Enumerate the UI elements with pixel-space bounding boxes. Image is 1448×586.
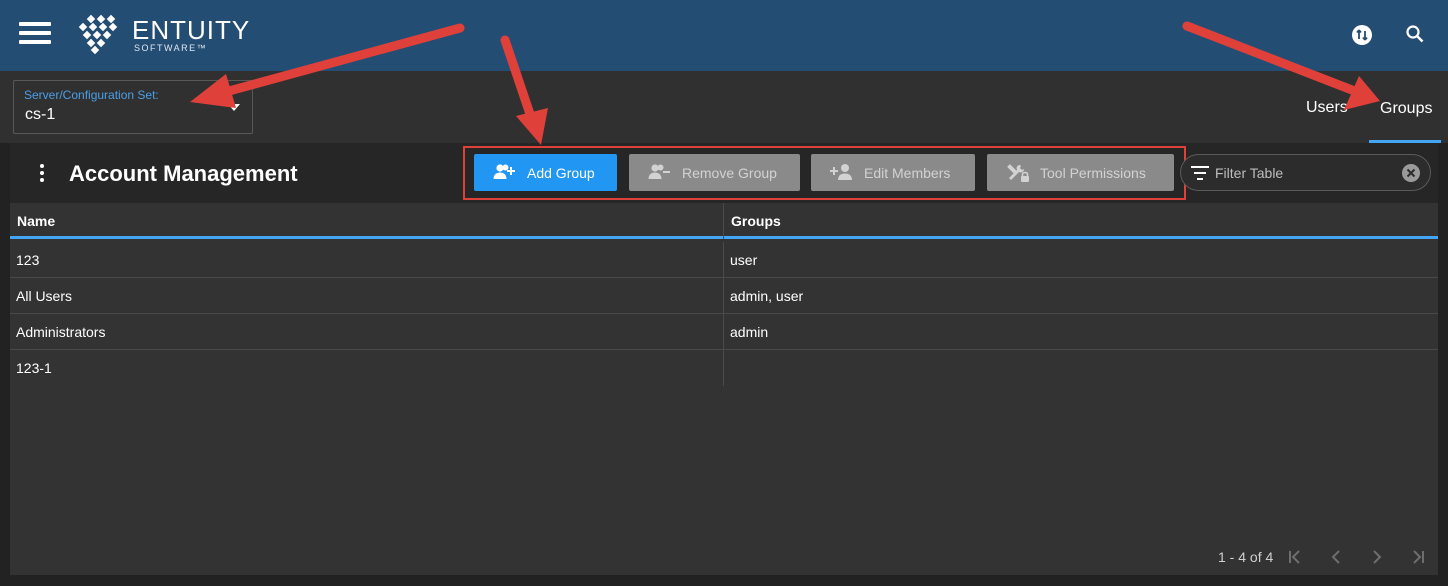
cell-groups: user (730, 252, 758, 268)
clear-filter-icon[interactable] (1401, 163, 1421, 183)
account-management-card: Account Management Add Group Remove Grou… (10, 143, 1438, 575)
table-row[interactable]: Administrators admin (10, 314, 1438, 350)
first-page-icon[interactable] (1285, 547, 1305, 567)
main-panel: Account Management Add Group Remove Grou… (0, 143, 1448, 586)
table-row[interactable]: All Users admin, user (10, 278, 1438, 314)
more-options-icon[interactable] (38, 164, 46, 184)
column-header-groups[interactable]: Groups (731, 213, 781, 229)
server-configuration-select[interactable]: Server/Configuration Set: cs-1 (13, 80, 253, 134)
tab-groups-label: Groups (1380, 100, 1433, 117)
cell-name: 123 (16, 252, 40, 268)
logo-subtext: SOFTWARE™ (134, 43, 208, 53)
cell-name: Administrators (16, 324, 106, 340)
annotation-highlight-box (463, 146, 1186, 200)
previous-page-icon[interactable] (1326, 547, 1346, 567)
filter-icon (1191, 166, 1209, 180)
entuity-logo: ENTUITY SOFTWARE™ (74, 14, 249, 56)
server-select-label: Server/Configuration Set: (24, 88, 159, 102)
cell-name: All Users (16, 288, 73, 304)
swap-icon[interactable] (1351, 24, 1373, 51)
menu-icon[interactable] (19, 22, 51, 44)
table-row[interactable]: 123-1 (10, 350, 1438, 386)
server-select-value: cs-1 (25, 106, 56, 123)
column-header-name[interactable]: Name (17, 213, 55, 229)
table-row[interactable]: 123 user (10, 242, 1438, 278)
last-page-icon[interactable] (1408, 547, 1428, 567)
cell-name: 123-1 (16, 360, 52, 376)
context-bar: Server/Configuration Set: cs-1 Users Gro… (0, 71, 1448, 143)
tab-users-label: Users (1306, 99, 1348, 116)
page-title: Account Management (69, 161, 298, 186)
logo-text: ENTUITY (132, 15, 251, 45)
logo-mark-icon (78, 14, 118, 55)
panel-toolbar: Account Management Add Group Remove Grou… (10, 143, 1438, 203)
pagination-range: 1 - 4 of 4 (1218, 549, 1274, 565)
next-page-icon[interactable] (1367, 547, 1387, 567)
table-header: Name Groups (10, 203, 1438, 239)
tab-users[interactable]: Users (1298, 71, 1356, 143)
search-icon[interactable] (1405, 24, 1425, 49)
column-divider (723, 203, 724, 239)
filter-table-field[interactable] (1180, 154, 1431, 191)
filter-input[interactable] (1215, 163, 1395, 183)
tab-groups[interactable]: Groups (1369, 71, 1441, 143)
cell-groups: admin, user (730, 288, 804, 304)
dropdown-caret-icon (228, 104, 240, 111)
cell-groups: admin (730, 324, 769, 340)
column-divider (723, 242, 724, 386)
app-header: ENTUITY SOFTWARE™ (0, 0, 1448, 71)
